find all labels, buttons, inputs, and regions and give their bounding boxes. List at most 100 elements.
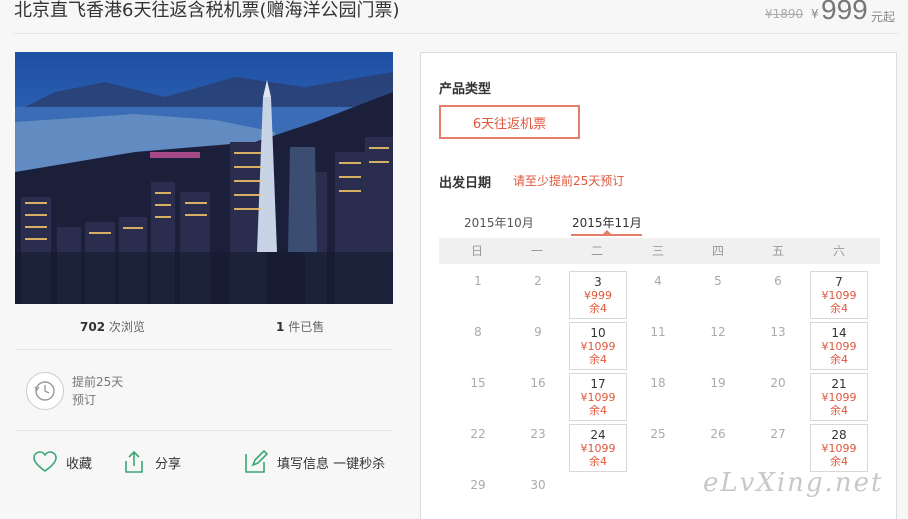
original-price: ¥1890 [765, 7, 804, 21]
day-remaining: 余4 [830, 302, 848, 315]
advance-text: 预订 [72, 393, 97, 407]
month-tab-oct[interactable]: 2015年10月 [464, 214, 534, 231]
day-number: 15 [470, 376, 486, 390]
calendar-day: 29 [449, 475, 507, 519]
day-remaining: 余4 [589, 404, 607, 417]
weekday-header: 日 一 二 三 四 五 六 [439, 238, 880, 264]
calendar-day: 26 [689, 424, 747, 472]
calendar-day: 22 [449, 424, 507, 472]
weekday: 六 [832, 244, 845, 258]
day-number: 12 [710, 325, 726, 339]
calendar-day: 11 [629, 322, 687, 370]
weekday: 五 [771, 244, 784, 258]
day-number: 5 [714, 274, 722, 288]
calendar-day: 4 [629, 271, 687, 319]
month-tab-nov[interactable]: 2015年11月 [572, 214, 642, 231]
calendar-day-available[interactable]: 3 ¥999 余4 [569, 271, 627, 319]
calendar-day: 16 [509, 373, 567, 421]
product-title: 北京直飞香港6天往返含税机票(赠海洋公园门票) [14, 0, 400, 21]
day-number: 7 [835, 275, 843, 289]
day-price: ¥1099 [821, 442, 857, 455]
day-remaining: 余4 [830, 404, 848, 417]
day-number: 24 [590, 428, 606, 442]
advance-days: 提前25天 [72, 375, 124, 389]
calendar-day: 27 [749, 424, 807, 472]
share-button[interactable]: 分享 [121, 446, 181, 478]
day-number: 28 [831, 428, 847, 442]
day-number: 25 [650, 427, 666, 441]
product-type-option[interactable]: 6天往返机票 [439, 105, 580, 139]
calendar-day-available[interactable]: 14 ¥1099 余4 [810, 322, 868, 370]
day-remaining: 余4 [830, 353, 848, 366]
day-number: 4 [654, 274, 662, 288]
divider [15, 349, 393, 350]
day-number: 9 [534, 325, 542, 339]
weekday: 日 [470, 244, 483, 258]
calendar-day: 23 [509, 424, 567, 472]
day-price: ¥1099 [821, 289, 857, 302]
header-divider [14, 33, 898, 34]
day-number: 17 [590, 377, 606, 391]
day-number: 20 [770, 376, 786, 390]
day-number: 21 [831, 377, 847, 391]
divider [15, 430, 393, 431]
share-icon [125, 450, 143, 473]
day-number: 13 [770, 325, 786, 339]
departure-date-label: 出发日期 [439, 176, 492, 191]
current-price: 999 [821, 0, 868, 25]
calendar-day: 9 [509, 322, 567, 370]
calendar-day-available[interactable]: 10 ¥1099 余4 [569, 322, 627, 370]
watermark: eLvXing.net [703, 468, 884, 498]
day-number: 14 [831, 326, 847, 340]
clock-icon [26, 372, 64, 410]
stats-row: 702 次浏览 1 件已售 [15, 318, 393, 338]
day-remaining: 余4 [589, 302, 607, 315]
favorite-button[interactable]: 收藏 [32, 446, 92, 478]
day-number: 2 [534, 274, 542, 288]
calendar-day: 25 [629, 424, 687, 472]
calendar-day: 20 [749, 373, 807, 421]
product-photo [15, 52, 393, 304]
day-remaining: 余4 [589, 455, 607, 468]
price-currency: ¥ [811, 7, 819, 21]
weekday: 四 [711, 244, 724, 258]
calendar-day-available[interactable]: 21 ¥1099 余4 [810, 373, 868, 421]
calendar-day-available[interactable]: 28 ¥1099 余4 [810, 424, 868, 472]
heart-icon [33, 451, 57, 472]
calendar-day: 12 [689, 322, 747, 370]
day-number: 26 [710, 427, 726, 441]
product-type-label: 产品类型 [439, 82, 492, 97]
day-price: ¥1099 [580, 391, 616, 404]
calendar-day: 15 [449, 373, 507, 421]
action-bar: 收藏 分享 填写信息 一键秒杀 [15, 446, 393, 478]
calendar-day: 30 [509, 475, 567, 519]
calendar-day: 19 [689, 373, 747, 421]
calendar-day: 13 [749, 322, 807, 370]
day-number: 23 [530, 427, 546, 441]
sold-count: 1 件已售 [276, 320, 325, 334]
calendar-day: 1 [449, 271, 507, 319]
calendar-day: 2 [509, 271, 567, 319]
booking-panel: 产品类型 6天往返机票 出发日期 请至少提前25天预订 2015年10月 201… [420, 52, 897, 519]
day-number: 29 [470, 478, 486, 492]
day-number: 22 [470, 427, 486, 441]
calendar-day-available[interactable]: 7 ¥1099 余4 [810, 271, 868, 319]
weekday: 一 [530, 244, 543, 258]
calendar-day-available[interactable]: 17 ¥1099 余4 [569, 373, 627, 421]
active-month-underline [571, 234, 642, 236]
view-count: 702 次浏览 [80, 320, 145, 334]
calendar-day: 6 [749, 271, 807, 319]
edit-icon [245, 449, 269, 473]
day-number: 1 [474, 274, 482, 288]
day-number: 3 [594, 275, 602, 289]
day-number: 18 [650, 376, 666, 390]
fill-info-button[interactable]: 填写信息 一键秒杀 [243, 446, 385, 478]
calendar-day-available[interactable]: 24 ¥1099 余4 [569, 424, 627, 472]
day-number: 10 [590, 326, 606, 340]
day-price: ¥1099 [580, 340, 616, 353]
day-remaining: 余4 [830, 455, 848, 468]
day-number: 6 [774, 274, 782, 288]
day-price: ¥999 [584, 289, 612, 302]
day-number: 16 [530, 376, 546, 390]
day-price: ¥1099 [821, 340, 857, 353]
